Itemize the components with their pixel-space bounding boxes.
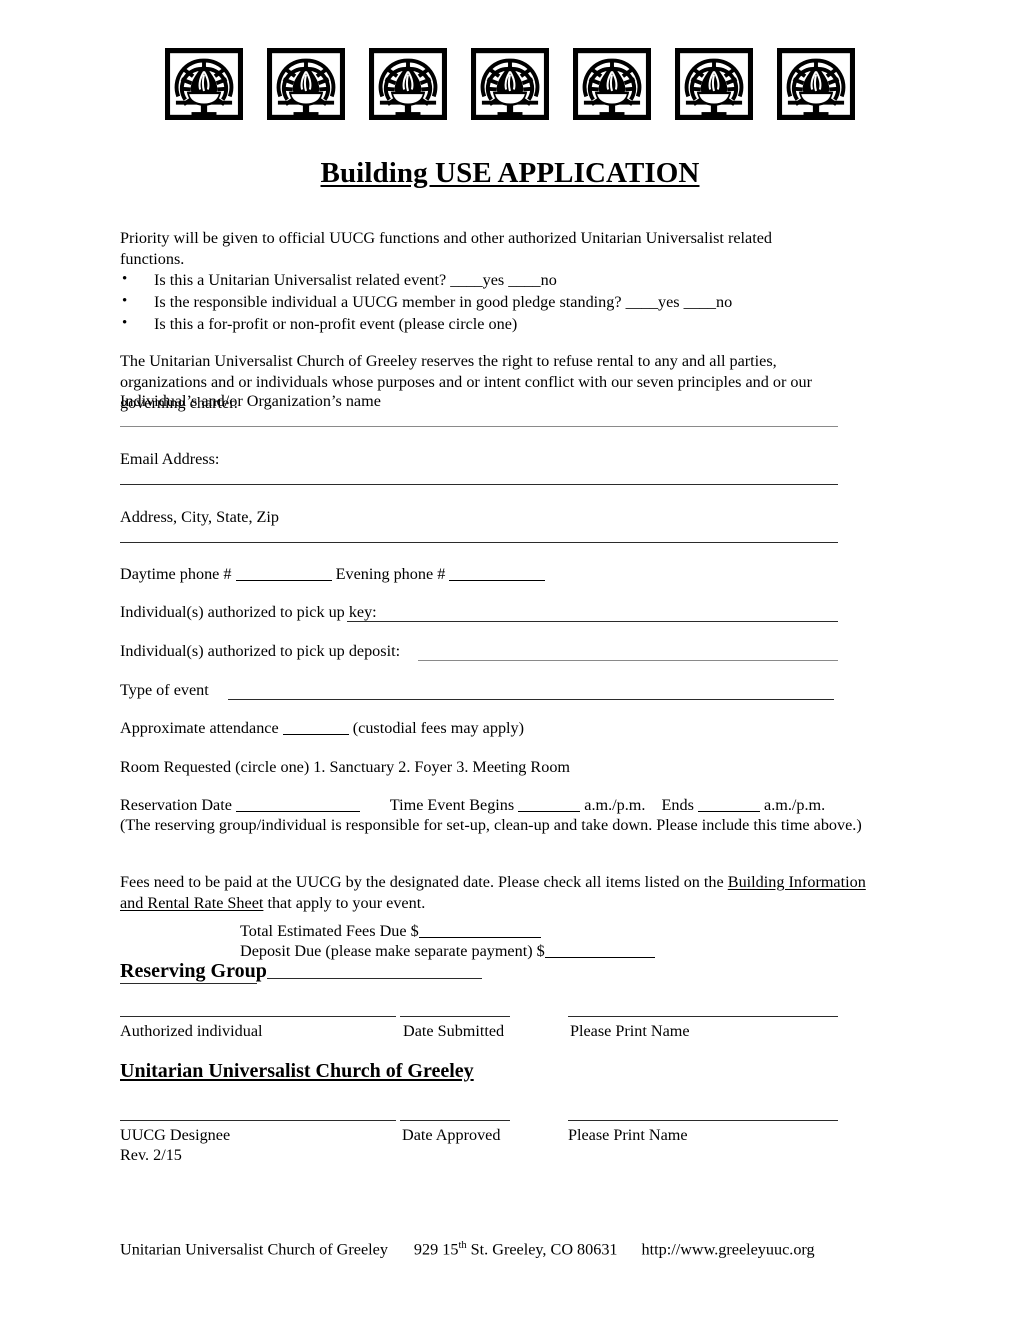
fees-note-part1: Fees need to be paid at the UUCG by the …: [120, 873, 728, 891]
print-name-rule[interactable]: [568, 1016, 838, 1017]
reserving-group-underline: [120, 983, 257, 984]
date-approved-label: Date Approved: [402, 1126, 501, 1144]
uu-flaming-chalice-icon: [165, 48, 243, 120]
footer-org: Unitarian Universalist Church of Greeley: [120, 1240, 388, 1259]
church-name-heading: Unitarian Universalist Church of Greeley: [120, 1060, 474, 1082]
intro-block: Priority will be given to official UUCG …: [120, 228, 840, 414]
deposit-due-input[interactable]: [544, 957, 655, 958]
document-page: Building USE APPLICATION Priority will b…: [0, 0, 1020, 1320]
page-footer: Unitarian Universalist Church of Greeley…: [120, 1240, 815, 1259]
reservation-time-row: Reservation Date Time Event Begins a.m./…: [120, 795, 825, 816]
email-field-rule[interactable]: [120, 484, 838, 485]
name-field-rule[interactable]: [120, 426, 838, 427]
designee-print-name-label: Please Print Name: [568, 1126, 688, 1144]
attendance-label: Approximate attendance: [120, 719, 279, 737]
priority-note: Priority will be given to official UUCG …: [120, 229, 772, 269]
date-approved-rule[interactable]: [400, 1120, 510, 1121]
page-title-text: Building USE APPLICATION: [320, 157, 700, 189]
footer-website[interactable]: http://www.greeleyuuc.org: [642, 1240, 815, 1258]
key-pickup-label: Individual(s) authorized to pick up key:: [120, 603, 377, 621]
uu-flaming-chalice-icon: [369, 48, 447, 120]
uu-flaming-chalice-icon: [777, 48, 855, 120]
phone-row: Daytime phone # Evening phone #: [120, 564, 546, 585]
fees-note-part2: that apply to your event.: [263, 893, 426, 912]
email-field-label: Email Address:: [120, 450, 220, 468]
reserving-group-input[interactable]: [266, 978, 482, 979]
deposit-pickup-rule[interactable]: [418, 660, 838, 661]
attendance-input[interactable]: [282, 734, 349, 735]
building-information-link-line1[interactable]: Building Information: [728, 873, 866, 891]
uu-flaming-chalice-icon: [267, 48, 345, 120]
event-type-label: Type of event: [120, 681, 209, 699]
uucg-designee-label: UUCG Designee: [120, 1126, 231, 1144]
uucg-designee-rule[interactable]: [120, 1120, 396, 1121]
time-ends-suffix: a.m./p.m.: [764, 796, 826, 814]
list-item: Is the responsible individual a UUCG mem…: [120, 291, 840, 314]
room-requested-label: Room Requested (circle one) 1. Sanctuary…: [120, 758, 571, 776]
time-ends-input[interactable]: [697, 811, 760, 812]
intro-bullet-list: Is this a Unitarian Universalist related…: [120, 269, 840, 336]
reservation-date-label: Reservation Date: [120, 796, 232, 814]
total-fees-input[interactable]: [418, 937, 541, 938]
daytime-phone-input[interactable]: [235, 580, 332, 581]
time-begins-input[interactable]: [518, 811, 581, 812]
footer-address-rest: St. Greeley, CO 80631: [466, 1240, 618, 1259]
daytime-phone-label: Daytime phone #: [120, 565, 232, 583]
date-submitted-label: Date Submitted: [403, 1022, 505, 1040]
authorized-individual-label: Authorized individual: [120, 1022, 263, 1040]
total-fees-row: Total Estimated Fees Due $: [240, 921, 541, 942]
uu-flaming-chalice-icon: [471, 48, 549, 120]
reserving-group-label: Reserving Group: [120, 960, 267, 982]
attendance-row: Approximate attendance (custodial fees m…: [120, 718, 524, 739]
key-pickup-rule[interactable]: [347, 621, 838, 622]
designee-print-name-rule[interactable]: [568, 1120, 838, 1121]
uu-flaming-chalice-icon: [675, 48, 753, 120]
footer-address-ordinal: th: [458, 1240, 467, 1251]
date-submitted-rule[interactable]: [400, 1016, 510, 1017]
reservation-date-input[interactable]: [235, 811, 360, 812]
revision-label: Rev. 2/15: [120, 1146, 182, 1164]
attendance-suffix: (custodial fees may apply): [352, 719, 525, 737]
time-begins-label: Time Event Begins: [389, 796, 515, 814]
list-item: Is this a Unitarian Universalist related…: [120, 269, 840, 292]
total-fees-label: Total Estimated Fees Due $: [240, 922, 419, 940]
deposit-due-label: Deposit Due (please make separate paymen…: [240, 942, 545, 960]
print-name-label: Please Print Name: [570, 1022, 690, 1040]
evening-phone-label: Evening phone #: [335, 565, 446, 583]
list-item: Is this a for-profit or non-profit event…: [120, 313, 840, 336]
fees-note: Fees need to be paid at the UUCG by the …: [120, 872, 880, 913]
time-begins-suffix: a.m./p.m.: [584, 796, 646, 814]
footer-address-number: 929 15: [413, 1240, 459, 1259]
address-field-rule[interactable]: [120, 542, 838, 543]
evening-phone-input[interactable]: [449, 580, 546, 581]
address-field-label: Address, City, State, Zip: [120, 508, 280, 526]
rental-rate-sheet-link-line2[interactable]: and Rental Rate Sheet: [120, 894, 263, 912]
setup-note: (The reserving group/individual is respo…: [120, 816, 862, 834]
chalice-header-band: [0, 48, 1020, 130]
deposit-pickup-label: Individual(s) authorized to pick up depo…: [120, 642, 401, 660]
name-field-label: Individual’s and/or Organization’s name: [120, 392, 381, 410]
deposit-due-row: Deposit Due (please make separate paymen…: [240, 941, 655, 962]
reserving-group-heading: Reserving Group: [120, 960, 482, 983]
authorized-individual-rule[interactable]: [120, 1016, 396, 1017]
uu-flaming-chalice-icon: [573, 48, 651, 120]
page-title: Building USE APPLICATION: [0, 157, 1020, 189]
time-ends-label: Ends: [661, 796, 694, 814]
event-type-rule[interactable]: [228, 699, 834, 700]
